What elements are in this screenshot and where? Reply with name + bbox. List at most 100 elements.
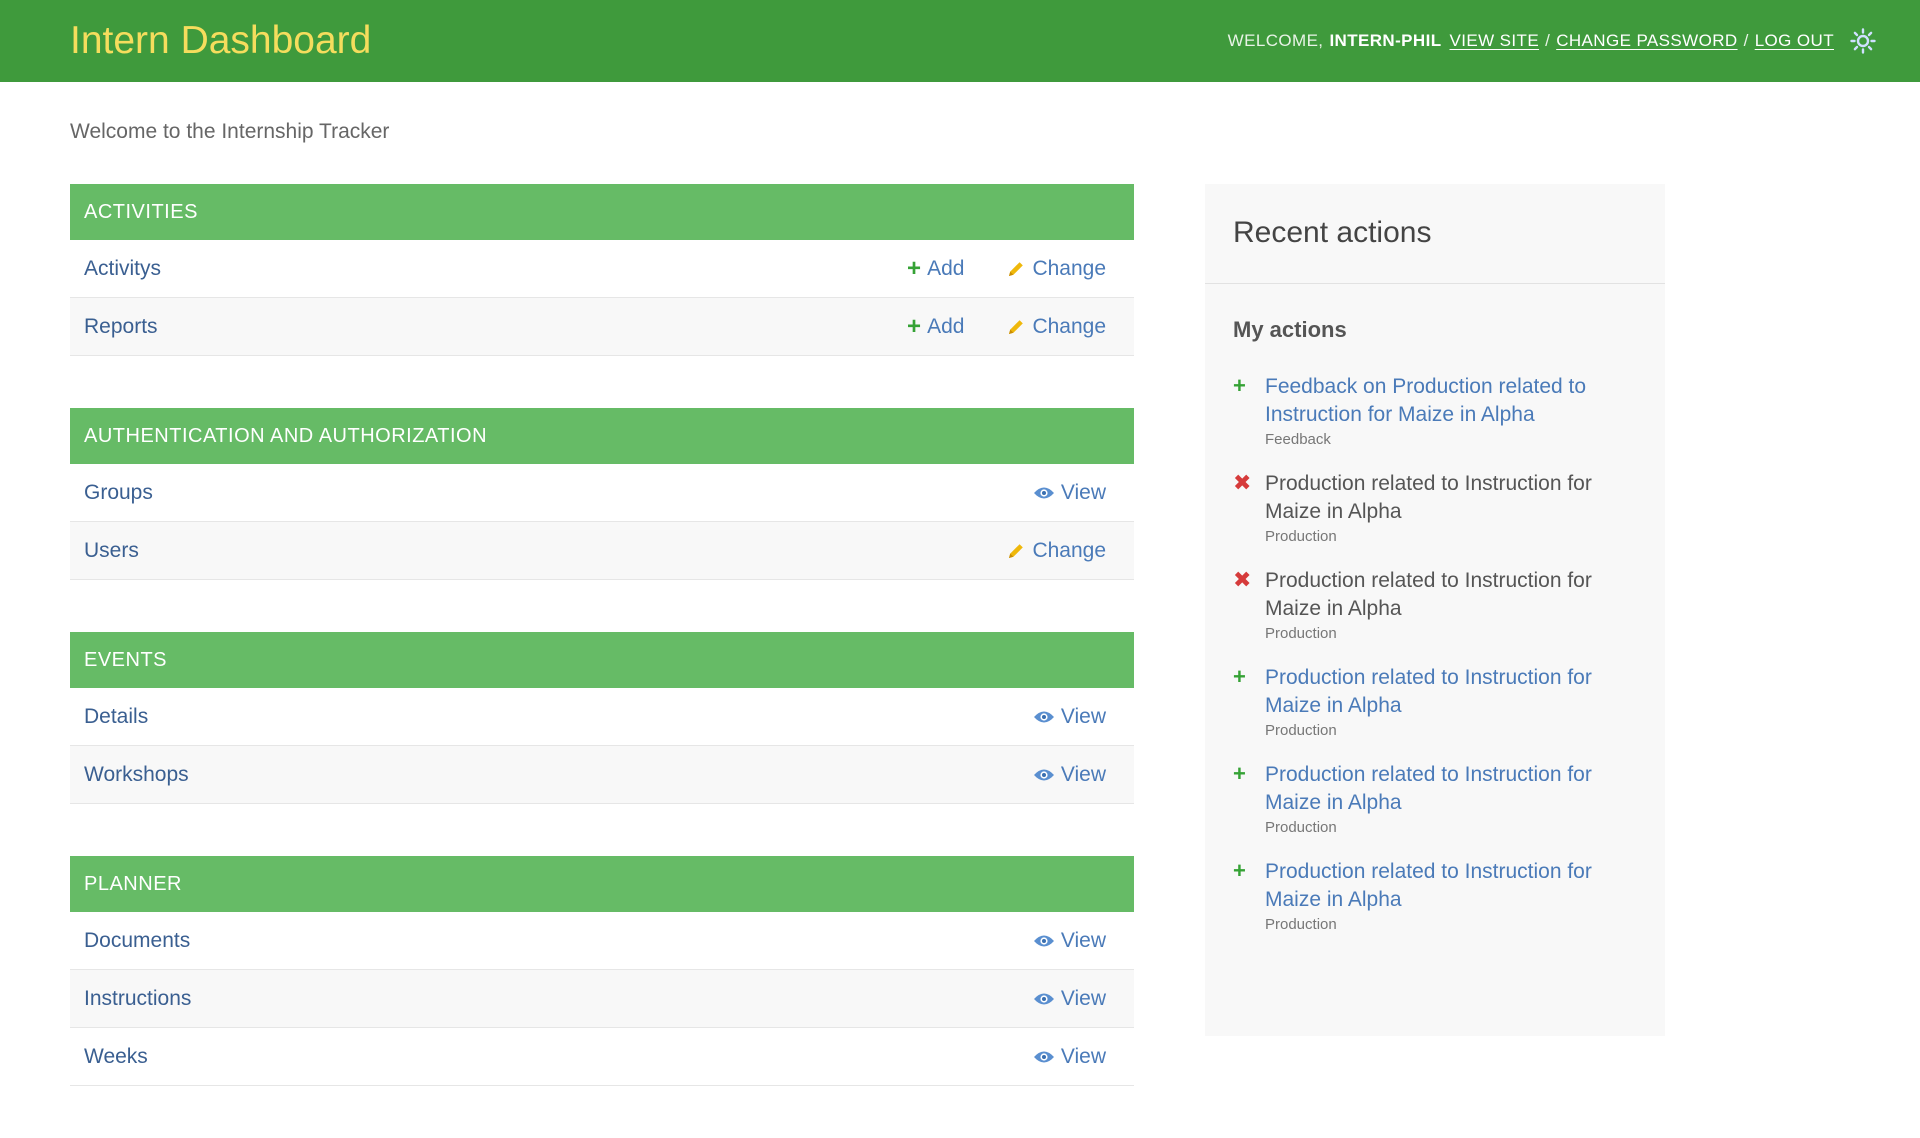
model-row: Activitys + Add Change: [70, 240, 1134, 298]
recent-action-type: Production: [1265, 916, 1337, 933]
row-actions: View: [1033, 705, 1106, 729]
app-module: Events Details View Workshops View: [70, 632, 1134, 804]
add-icon: +: [1233, 664, 1246, 689]
view-link[interactable]: View: [1033, 481, 1106, 505]
view-link[interactable]: View: [1033, 705, 1106, 729]
recent-action-link: Production related to Instruction for Ma…: [1265, 472, 1592, 523]
separator: /: [1743, 31, 1749, 50]
recent-action-body: Production related to Instruction for Ma…: [1265, 664, 1645, 739]
view-label: View: [1060, 480, 1106, 504]
model-link[interactable]: Instructions: [84, 987, 1033, 1011]
module-caption[interactable]: Events: [70, 632, 1134, 688]
eye-icon: [1033, 933, 1055, 949]
separator: /: [1545, 31, 1551, 50]
page-subtitle: Welcome to the Internship Tracker: [70, 120, 390, 143]
pencil-icon: [1006, 541, 1026, 561]
app-module: Authentication and Authorization Groups …: [70, 408, 1134, 580]
view-label: View: [1060, 762, 1106, 786]
model-link[interactable]: Workshops: [84, 763, 1033, 787]
view-label: View: [1060, 704, 1106, 728]
model-row: Workshops View: [70, 746, 1134, 804]
model-link[interactable]: Documents: [84, 929, 1033, 953]
eye-icon: [1033, 991, 1055, 1007]
app-module: Activities Activitys + Add Change Reports …: [70, 184, 1134, 356]
app-module: Planner Documents View Instructions View…: [70, 856, 1134, 1086]
model-row: Reports + Add Change: [70, 298, 1134, 356]
row-actions: View: [1033, 1045, 1106, 1069]
sun-icon: [1850, 28, 1876, 54]
recent-action-body: Feedback on Production related to Instru…: [1265, 373, 1645, 448]
model-link[interactable]: Weeks: [84, 1045, 1033, 1069]
theme-toggle-button[interactable]: [1848, 26, 1878, 56]
recent-action-link: Production related to Instruction for Ma…: [1265, 569, 1592, 620]
row-actions: Change: [1006, 539, 1106, 563]
recent-actions-panel: Recent actions My actions + Feedback on …: [1205, 184, 1665, 1036]
add-link[interactable]: + Add: [907, 312, 964, 340]
row-actions: + Add Change: [907, 312, 1106, 340]
eye-icon: [1033, 1049, 1055, 1065]
view-link[interactable]: View: [1033, 1045, 1106, 1069]
log-out-link[interactable]: Log out: [1755, 31, 1834, 51]
view-site-link[interactable]: View site: [1450, 31, 1540, 51]
header: Intern Dashboard Welcome, intern-phil Vi…: [0, 0, 1920, 82]
recent-action-item: + Production related to Instruction for …: [1233, 664, 1665, 739]
pencil-icon: [1006, 259, 1026, 279]
welcome-text: Welcome,: [1227, 31, 1324, 50]
recent-action-item: + Production related to Instruction for …: [1233, 858, 1665, 933]
recent-action-type: Production: [1265, 625, 1337, 642]
site-title[interactable]: Intern Dashboard: [70, 19, 371, 63]
recent-action-type: Production: [1265, 819, 1337, 836]
add-icon: +: [1233, 373, 1246, 398]
change-label: Change: [1032, 538, 1106, 562]
recent-action-body: Production related to Instruction for Ma…: [1265, 761, 1645, 836]
add-icon: +: [1233, 858, 1246, 883]
add-icon: +: [1233, 761, 1246, 786]
change-link[interactable]: Change: [1006, 257, 1106, 281]
delete-icon: ✖: [1233, 567, 1252, 592]
row-actions: View: [1033, 763, 1106, 787]
view-link[interactable]: View: [1033, 987, 1106, 1011]
recent-action-link[interactable]: Production related to Instruction for Ma…: [1265, 761, 1645, 817]
recent-action-body: Production related to Instruction for Ma…: [1265, 567, 1645, 642]
eye-icon: [1033, 709, 1055, 725]
user-tools: Welcome, intern-phil View site / Change …: [1228, 26, 1878, 56]
module-caption[interactable]: Planner: [70, 856, 1134, 912]
recent-action-link[interactable]: Production related to Instruction for Ma…: [1265, 664, 1645, 720]
view-label: View: [1060, 986, 1106, 1010]
model-link[interactable]: Users: [84, 539, 1006, 563]
add-icon: +: [907, 254, 922, 282]
change-link[interactable]: Change: [1006, 539, 1106, 563]
view-link[interactable]: View: [1033, 929, 1106, 953]
recent-action-body: Production related to Instruction for Ma…: [1265, 858, 1645, 933]
add-link[interactable]: + Add: [907, 254, 965, 282]
view-link[interactable]: View: [1033, 763, 1106, 787]
add-label: Add: [927, 256, 965, 280]
model-link[interactable]: Reports: [84, 315, 907, 339]
change-password-link[interactable]: Change password: [1556, 31, 1737, 51]
model-row: Weeks View: [70, 1028, 1134, 1086]
change-label: Change: [1032, 314, 1106, 338]
my-actions-title: My actions: [1233, 317, 1347, 342]
change-label: Change: [1032, 256, 1106, 280]
recent-action-link[interactable]: Feedback on Production related to Instru…: [1265, 373, 1645, 429]
model-link[interactable]: Activitys: [84, 257, 907, 281]
username: intern-phil: [1329, 31, 1442, 50]
module-caption[interactable]: Authentication and Authorization: [70, 408, 1134, 464]
recent-actions-list: + Feedback on Production related to Inst…: [1205, 343, 1665, 933]
recent-action-type: Production: [1265, 528, 1337, 545]
model-row: Documents View: [70, 912, 1134, 970]
view-label: View: [1060, 928, 1106, 952]
recent-action-link[interactable]: Production related to Instruction for Ma…: [1265, 858, 1645, 914]
row-actions: View: [1033, 987, 1106, 1011]
view-label: View: [1060, 1044, 1106, 1068]
model-row: Details View: [70, 688, 1134, 746]
pencil-icon: [1006, 317, 1026, 337]
row-actions: View: [1033, 481, 1106, 505]
recent-action-item: ✖ Production related to Instruction for …: [1233, 567, 1665, 642]
model-link[interactable]: Details: [84, 705, 1033, 729]
module-caption[interactable]: Activities: [70, 184, 1134, 240]
add-icon: +: [907, 312, 922, 340]
change-link[interactable]: Change: [1006, 315, 1106, 339]
recent-action-type: Feedback: [1265, 431, 1331, 448]
model-link[interactable]: Groups: [84, 481, 1033, 505]
